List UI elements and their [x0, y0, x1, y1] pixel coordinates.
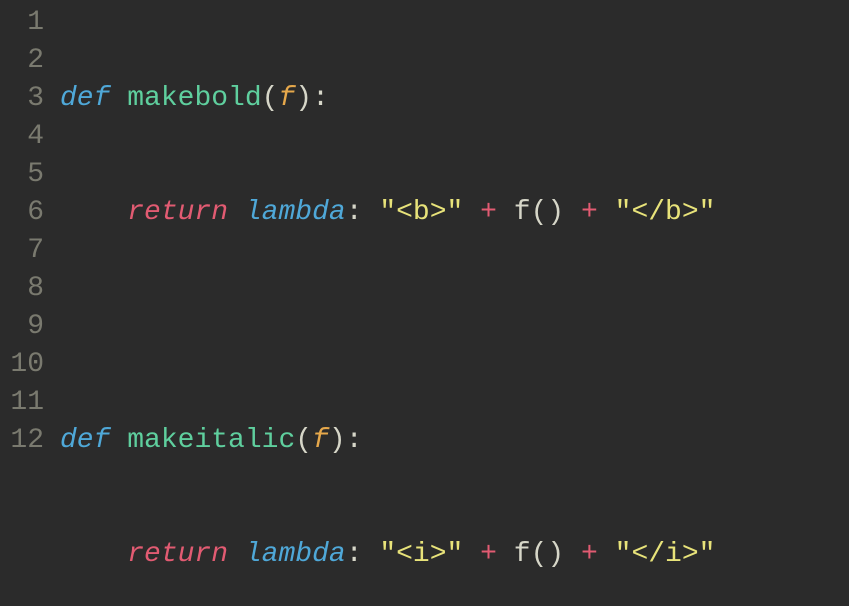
operator-plus: +	[581, 197, 598, 228]
line-number: 7	[6, 232, 44, 270]
code-area[interactable]: 1 2 3 4 5 6 7 8 9 10 11 12 def makebold(…	[0, 0, 849, 606]
line-number: 10	[6, 346, 44, 384]
code-editor: 1 2 3 4 5 6 7 8 9 10 11 12 def makebold(…	[0, 0, 849, 606]
line-number: 5	[6, 156, 44, 194]
code-line[interactable]: return lambda: "<i>" + f() + "</i>"	[60, 536, 715, 574]
keyword-def: def	[60, 83, 110, 114]
line-number: 12	[6, 422, 44, 460]
string-literal: "<i>"	[379, 539, 463, 570]
code-line[interactable]: return lambda: "<b>" + f() + "</b>"	[60, 194, 715, 232]
operator-plus: +	[480, 539, 497, 570]
keyword-lambda: lambda	[245, 197, 346, 228]
string-literal: "</i>"	[615, 539, 716, 570]
string-literal: "<b>"	[379, 197, 463, 228]
code-line[interactable]: def makebold(f):	[60, 80, 715, 118]
line-number: 6	[6, 194, 44, 232]
line-number: 4	[6, 118, 44, 156]
line-number-gutter: 1 2 3 4 5 6 7 8 9 10 11 12	[0, 0, 54, 606]
operator-plus: +	[581, 539, 598, 570]
keyword-lambda: lambda	[245, 539, 346, 570]
line-number: 3	[6, 80, 44, 118]
code-line[interactable]: def makeitalic(f):	[60, 422, 715, 460]
keyword-return: return	[127, 539, 228, 570]
parameter: f	[278, 83, 295, 114]
function-name: makebold	[127, 83, 261, 114]
keyword-def: def	[60, 425, 110, 456]
line-number: 2	[6, 42, 44, 80]
keyword-return: return	[127, 197, 228, 228]
line-number: 9	[6, 308, 44, 346]
parameter: f	[312, 425, 329, 456]
line-number: 8	[6, 270, 44, 308]
operator-plus: +	[480, 197, 497, 228]
line-number: 11	[6, 384, 44, 422]
code-content[interactable]: def makebold(f): return lambda: "<b>" + …	[54, 0, 715, 606]
line-number: 1	[6, 4, 44, 42]
code-line[interactable]	[60, 308, 715, 346]
string-literal: "</b>"	[615, 197, 716, 228]
function-name: makeitalic	[127, 425, 295, 456]
